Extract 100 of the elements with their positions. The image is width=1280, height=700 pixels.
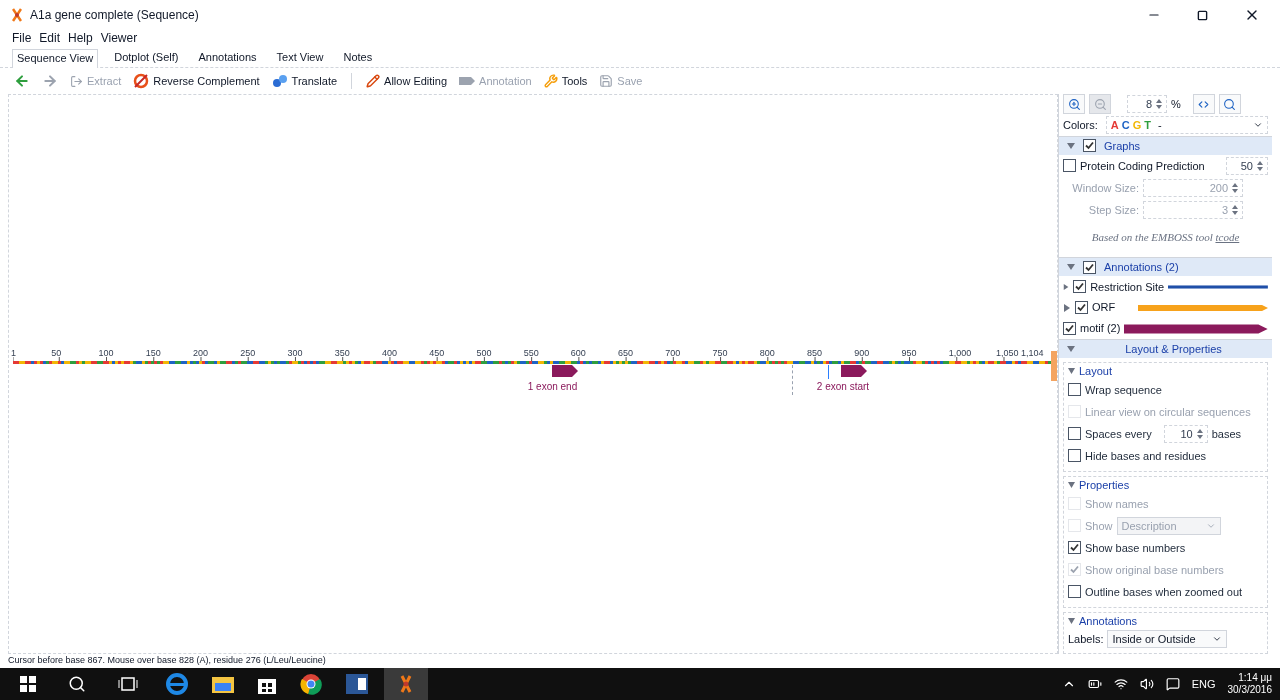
restore-icon[interactable] bbox=[1197, 9, 1208, 21]
pencil-icon bbox=[366, 74, 381, 88]
ruler-label: 1,050 bbox=[996, 349, 1019, 358]
sequence-canvas[interactable]: 1 50 100 150 200 250 300 350 400 450 500 550 600 650 700 750 800 850 900 950 1,000 1,050 1,104 1 exon end 2 exon start bbox=[8, 94, 1058, 654]
base-letter: C bbox=[1121, 118, 1130, 134]
ruler-label: 100 bbox=[98, 349, 114, 358]
checkbox[interactable] bbox=[1083, 260, 1096, 274]
chrome-icon[interactable] bbox=[300, 673, 322, 695]
ruler-label: 200 bbox=[193, 349, 208, 358]
ruler-label: 700 bbox=[665, 349, 681, 358]
section-title: Graphs bbox=[1104, 138, 1141, 154]
checkbox[interactable] bbox=[1075, 301, 1088, 315]
section-header[interactable]: Layout & Properties bbox=[1059, 338, 1272, 358]
active-app-button[interactable] bbox=[384, 668, 428, 700]
motif-arrow[interactable] bbox=[840, 365, 867, 377]
checkbox[interactable] bbox=[1068, 585, 1081, 599]
option-label: Linear view on circular sequences bbox=[1085, 404, 1251, 420]
menu-item[interactable]: Viewer bbox=[100, 29, 138, 47]
scroll-thumb[interactable] bbox=[1051, 351, 1057, 381]
battery-icon[interactable] bbox=[1087, 677, 1102, 691]
option-label: Spaces every bbox=[1085, 426, 1152, 442]
tab[interactable]: Annotations bbox=[194, 48, 261, 67]
collapse-triangle-icon[interactable] bbox=[1068, 481, 1075, 488]
spin-field[interactable]: 10 bbox=[1163, 424, 1208, 443]
base-letter: G bbox=[1132, 118, 1142, 134]
spinner-arrows-icon[interactable] bbox=[1232, 204, 1238, 215]
menu-item[interactable]: Help bbox=[68, 29, 93, 47]
notifications-icon[interactable] bbox=[1165, 677, 1180, 691]
guide-line bbox=[792, 365, 793, 395]
expand-triangle-icon[interactable] bbox=[1063, 303, 1071, 312]
ruler-label: 400 bbox=[381, 349, 397, 358]
checkbox[interactable] bbox=[1063, 159, 1076, 173]
windows-start-icon[interactable] bbox=[20, 676, 36, 692]
expand-triangle-icon[interactable] bbox=[1063, 282, 1070, 291]
toolbar-button[interactable]: Tools bbox=[541, 72, 590, 90]
spinner-arrows-icon[interactable] bbox=[1257, 160, 1263, 171]
motif-arrow[interactable] bbox=[551, 365, 578, 377]
search-icon[interactable] bbox=[68, 675, 86, 693]
tab[interactable]: Dotplot (Self) bbox=[110, 48, 183, 67]
labels-select[interactable]: Inside or Outside bbox=[1107, 629, 1228, 648]
zoom-button[interactable] bbox=[1218, 94, 1241, 115]
colors-select[interactable]: A C G T - bbox=[1105, 116, 1268, 135]
toolbar-button[interactable]: Translate bbox=[269, 72, 340, 90]
toolbar-button[interactable]: Allow Editing bbox=[364, 72, 450, 90]
zoom-in-button[interactable] bbox=[1063, 94, 1085, 115]
ruler-label: 950 bbox=[901, 349, 917, 358]
collapse-triangle-icon[interactable] bbox=[1067, 263, 1075, 272]
checkbox[interactable] bbox=[1073, 280, 1087, 294]
spin-field[interactable]: 50 bbox=[1226, 156, 1268, 175]
option-label: Show names bbox=[1085, 496, 1149, 512]
menu-item[interactable]: File bbox=[12, 29, 32, 47]
window-title: A1a gene complete (Sequence) bbox=[30, 7, 199, 24]
checkbox[interactable] bbox=[1063, 322, 1076, 335]
checkbox[interactable] bbox=[1083, 139, 1096, 153]
volume-icon[interactable] bbox=[1139, 677, 1154, 691]
colors-suffix: - bbox=[1158, 118, 1162, 134]
ruler-label: 300 bbox=[287, 349, 303, 358]
ruler-label: 650 bbox=[618, 349, 634, 358]
collapse-triangle-icon[interactable] bbox=[1068, 367, 1075, 374]
fit-width-button[interactable] bbox=[1192, 94, 1215, 115]
section-title: Annotations (2) bbox=[1104, 260, 1179, 276]
checkbox[interactable] bbox=[1068, 541, 1081, 555]
tab[interactable]: Text View bbox=[272, 48, 328, 67]
clock[interactable]: 1:14 μμ 30/3/2016 bbox=[1227, 671, 1272, 697]
menu-item[interactable]: Edit bbox=[39, 29, 61, 47]
checkbox[interactable] bbox=[1068, 427, 1081, 441]
ruler-label: 1,104 bbox=[1021, 349, 1044, 358]
collapse-triangle-icon[interactable] bbox=[1067, 141, 1075, 150]
task-view-icon[interactable] bbox=[118, 676, 138, 692]
section-header[interactable]: Annotations (2) bbox=[1059, 257, 1272, 277]
option-label: Wrap sequence bbox=[1085, 382, 1162, 398]
section-header[interactable]: Graphs bbox=[1059, 135, 1272, 155]
spin-field[interactable]: 8 bbox=[1127, 95, 1167, 114]
spinner-arrows-icon[interactable] bbox=[1232, 182, 1238, 193]
tcode-link[interactable]: tcode bbox=[1215, 230, 1240, 243]
colors-label: Colors: bbox=[1063, 118, 1098, 134]
collapse-triangle-icon[interactable] bbox=[1067, 344, 1075, 353]
toolbar-button[interactable]: Reverse Complement bbox=[131, 72, 262, 90]
app-logo-icon bbox=[400, 675, 412, 693]
folder-icon[interactable] bbox=[212, 675, 234, 693]
feature-label: 1 exon end bbox=[527, 380, 578, 394]
group-title: Layout bbox=[1079, 363, 1113, 379]
base-letter: T bbox=[1144, 118, 1152, 134]
tab[interactable]: Notes bbox=[339, 48, 377, 67]
ruler-label: 450 bbox=[429, 349, 445, 358]
checkbox[interactable] bbox=[1068, 383, 1081, 397]
spinner-arrows-icon[interactable] bbox=[1196, 428, 1203, 439]
language-indicator[interactable]: ENG bbox=[1191, 675, 1216, 693]
search-icon bbox=[1223, 97, 1237, 111]
collapse-triangle-icon[interactable] bbox=[1068, 617, 1075, 624]
spinner-arrows-icon[interactable] bbox=[1156, 99, 1162, 110]
field-label: Window Size: bbox=[1071, 180, 1139, 196]
save-icon bbox=[599, 74, 614, 88]
network-icon[interactable] bbox=[1113, 677, 1128, 691]
translate-icon bbox=[271, 73, 288, 89]
word-icon[interactable] bbox=[346, 674, 368, 694]
checkbox[interactable] bbox=[1068, 449, 1081, 463]
browser-icon[interactable] bbox=[166, 673, 188, 695]
tab[interactable]: Sequence View bbox=[12, 48, 99, 68]
section-title: Layout & Properties bbox=[1124, 341, 1223, 357]
